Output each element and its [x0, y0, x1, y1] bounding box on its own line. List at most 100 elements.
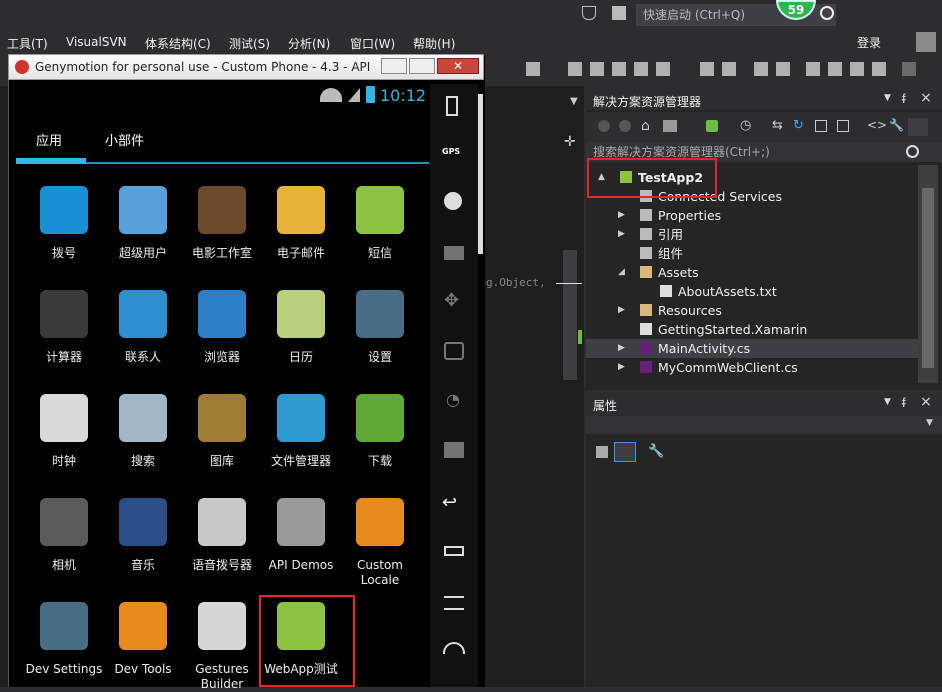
app-label[interactable]: 设置: [340, 350, 420, 365]
toolbar-icon-8[interactable]: [722, 62, 736, 76]
tree-item[interactable]: ▶ Properties: [586, 206, 918, 225]
app-label[interactable]: 时钟: [24, 454, 104, 469]
properties-object-selector[interactable]: ▼: [586, 416, 942, 434]
login-link[interactable]: 登录: [857, 34, 881, 51]
tab-apps[interactable]: 应用: [36, 130, 62, 149]
app-icon[interactable]: [277, 290, 325, 338]
app-icon[interactable]: [198, 602, 246, 650]
app-icon[interactable]: [119, 394, 167, 442]
tree-item[interactable]: AboutAssets.txt: [586, 282, 918, 301]
rss-icon[interactable]: ◔: [446, 390, 460, 409]
menu-help[interactable]: 帮助(H): [413, 35, 455, 52]
toolbar-icon-13[interactable]: [872, 62, 886, 76]
close-icon[interactable]: ×: [920, 394, 932, 410]
tree-item[interactable]: 组件: [586, 244, 918, 263]
toolbar-icon-6[interactable]: [656, 62, 670, 76]
tree-expander-icon[interactable]: ▶: [618, 301, 625, 320]
preview-icon[interactable]: [908, 118, 928, 136]
back-icon[interactable]: ↩: [442, 492, 457, 513]
device-id-icon[interactable]: [444, 342, 464, 360]
app-label[interactable]: 浏览器: [182, 350, 262, 365]
clapperboard-icon[interactable]: [444, 246, 464, 260]
app-label[interactable]: Gestures Builder: [182, 662, 262, 692]
app-label[interactable]: 拨号: [24, 246, 104, 261]
menu-tools[interactable]: 工具(T): [7, 35, 48, 52]
toolbar-icon-1[interactable]: [526, 62, 540, 76]
split-icon[interactable]: ✛: [564, 134, 576, 150]
app-label[interactable]: 文件管理器: [261, 454, 341, 469]
tree-item[interactable]: ▶ MyCommWebClient.cs: [586, 358, 918, 377]
toolbar-icon-4[interactable]: [612, 62, 626, 76]
chevron-down-icon[interactable]: ▼: [884, 397, 891, 407]
app-icon[interactable]: [119, 498, 167, 546]
show-all-files-icon[interactable]: [837, 120, 849, 132]
menu-architecture[interactable]: 体系结构(C): [145, 35, 211, 52]
avatar[interactable]: [916, 32, 936, 52]
app-label[interactable]: 语音拨号器: [182, 558, 262, 573]
history-icon[interactable]: ◷: [740, 118, 751, 133]
refresh-icon[interactable]: ↻: [793, 118, 804, 133]
app-label[interactable]: 搜索: [103, 454, 183, 469]
app-label[interactable]: 下载: [340, 454, 420, 469]
app-label[interactable]: 图库: [182, 454, 262, 469]
menu-analyze[interactable]: 分析(N): [288, 35, 330, 52]
pin-icon[interactable]: ᵮ: [902, 395, 906, 411]
tree-expander-icon[interactable]: ◢: [618, 263, 625, 282]
toolbar-icon-2[interactable]: [568, 62, 582, 76]
tree-item[interactable]: ◢ Assets: [586, 263, 918, 282]
app-icon[interactable]: [198, 186, 246, 234]
back-icon[interactable]: [598, 120, 610, 132]
tree-expander-icon[interactable]: ▶: [618, 339, 625, 358]
app-label[interactable]: 电影工作室: [182, 246, 262, 261]
toolbar-icon-11[interactable]: [828, 62, 842, 76]
pending-changes-icon[interactable]: [706, 120, 718, 132]
tree-expander-icon[interactable]: ▶: [618, 225, 625, 244]
tree-expander-icon[interactable]: ▶: [618, 358, 625, 377]
collapse-all-icon[interactable]: [815, 120, 827, 132]
categorized-icon[interactable]: [596, 446, 608, 458]
app-icon[interactable]: [277, 394, 325, 442]
app-icon[interactable]: [277, 498, 325, 546]
chevron-down-icon[interactable]: ▼: [570, 96, 578, 107]
maximize-button[interactable]: [409, 58, 435, 74]
chevron-down-icon[interactable]: ▼: [884, 93, 891, 103]
app-label[interactable]: Dev Settings: [24, 662, 104, 677]
app-icon[interactable]: [356, 498, 404, 546]
close-button[interactable]: ✕: [437, 58, 479, 74]
app-icon[interactable]: [40, 290, 88, 338]
menu-icon[interactable]: [444, 596, 464, 610]
app-icon[interactable]: [356, 186, 404, 234]
pin-icon[interactable]: ᵮ: [902, 91, 906, 107]
tree-expander-icon[interactable]: ▶: [618, 206, 625, 225]
app-label[interactable]: 电子邮件: [261, 246, 341, 261]
app-icon[interactable]: [119, 602, 167, 650]
close-icon[interactable]: ×: [920, 90, 932, 106]
toolbar-icon-12[interactable]: [850, 62, 864, 76]
menu-visualsvn[interactable]: VisualSVN: [66, 35, 127, 49]
filter-icon[interactable]: [582, 6, 596, 20]
app-icon[interactable]: [198, 290, 246, 338]
toolbar-icon-10[interactable]: [776, 62, 790, 76]
forward-icon[interactable]: [619, 120, 631, 132]
properties-wrench-icon[interactable]: 🔧: [889, 118, 904, 132]
property-pages-wrench-icon[interactable]: 🔧: [648, 444, 664, 459]
app-icon[interactable]: [356, 394, 404, 442]
battery-widget-icon[interactable]: [446, 96, 458, 116]
notifications-flag-icon[interactable]: [612, 6, 626, 20]
app-icon[interactable]: [198, 394, 246, 442]
toolbar-icon-3[interactable]: [590, 62, 604, 76]
app-icon[interactable]: [277, 186, 325, 234]
menu-test[interactable]: 测试(S): [229, 35, 270, 52]
app-label[interactable]: 音乐: [103, 558, 183, 573]
app-label[interactable]: Dev Tools: [103, 662, 183, 677]
search-icon[interactable]: [906, 145, 919, 158]
tree-item[interactable]: ▶ MainActivity.cs: [586, 339, 918, 358]
scrollbar-thumb[interactable]: [922, 188, 934, 368]
webcam-icon[interactable]: [444, 192, 462, 210]
app-label[interactable]: 超级用户: [103, 246, 183, 261]
toolbar-icon-14[interactable]: [902, 62, 916, 76]
app-label[interactable]: 短信: [340, 246, 420, 261]
switch-views-icon[interactable]: [663, 120, 677, 132]
app-icon[interactable]: [40, 602, 88, 650]
code-editor[interactable]: [480, 86, 584, 687]
